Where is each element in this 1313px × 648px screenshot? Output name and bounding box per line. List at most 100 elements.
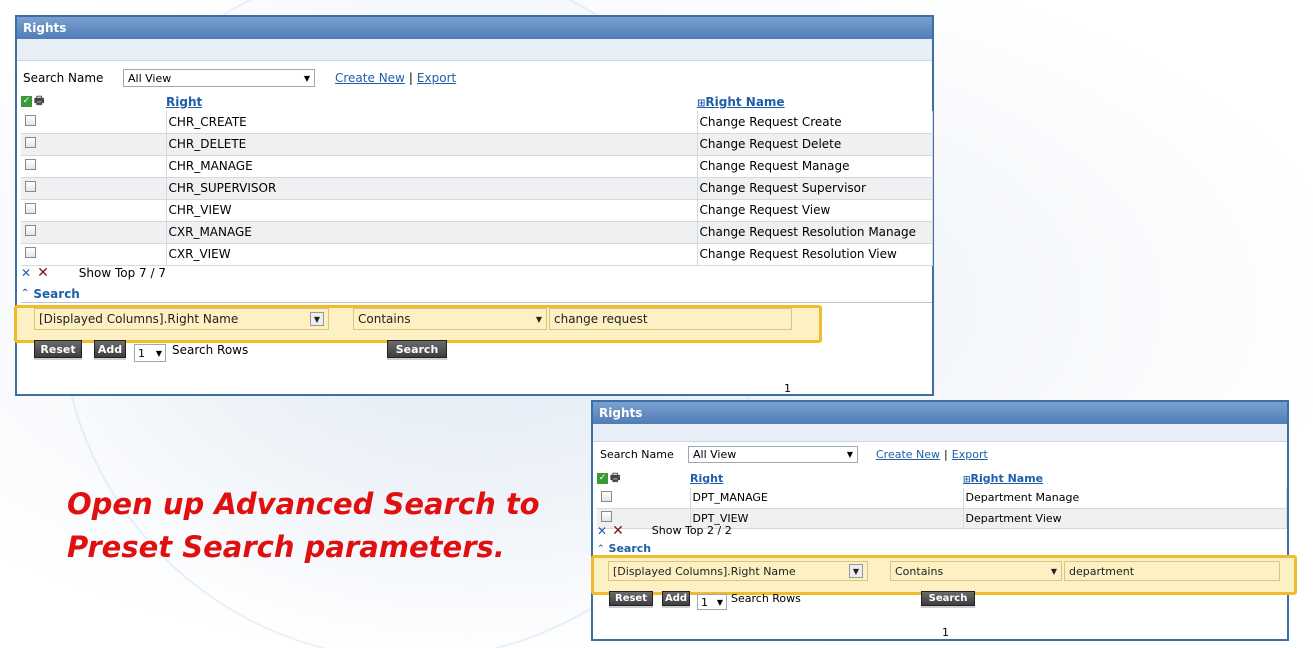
- panel-header: Rights: [593, 402, 1287, 424]
- column-header-right[interactable]: Right: [690, 469, 963, 488]
- column-header-right[interactable]: Right: [166, 92, 697, 111]
- row-checkbox[interactable]: [25, 114, 36, 126]
- link-separator: |: [944, 448, 948, 461]
- export-link[interactable]: Export: [952, 448, 988, 461]
- table-row[interactable]: CHR_DELETE Change Request Delete: [21, 133, 933, 156]
- check-all-icon[interactable]: ✓: [597, 473, 608, 484]
- cell-right-name: Department Manage: [963, 488, 1287, 509]
- chevron-down-icon: ▼: [303, 73, 310, 83]
- show-top-label: Show Top 7 / 7: [78, 266, 166, 280]
- filter-column-select[interactable]: [Displayed Columns].Right Name ▼: [34, 308, 329, 330]
- view-select[interactable]: All View ▼: [688, 446, 858, 463]
- search-name-row: Search Name All View ▼ Create New | Expo…: [600, 446, 988, 463]
- delete-icon[interactable]: ✕: [612, 523, 624, 539]
- cell-right-name: Change Request Resolution Manage: [697, 221, 933, 244]
- export-link[interactable]: Export: [417, 71, 456, 85]
- cell-right: CHR_VIEW: [166, 199, 698, 222]
- search-rows-value: 1: [138, 346, 145, 360]
- cell-right-name: Change Request Resolution View: [697, 243, 933, 266]
- check-all-icon[interactable]: ✓: [21, 96, 32, 107]
- filter-value-input[interactable]: change request: [549, 308, 792, 330]
- table-row[interactable]: CHR_VIEW Change Request View: [21, 199, 933, 222]
- select-column-header: ✓ 🖶: [597, 469, 690, 488]
- cell-right: CHR_MANAGE: [166, 155, 698, 178]
- table-row[interactable]: DPT_MANAGE Department Manage: [597, 488, 1287, 509]
- search-toggle-label: Search: [608, 542, 652, 555]
- pager[interactable]: 1: [942, 626, 949, 639]
- filter-value-text: change request: [554, 312, 648, 326]
- table-header: ✓ 🖶 Right ⊞Right Name: [597, 469, 1287, 488]
- table-row[interactable]: CHR_SUPERVISOR Change Request Supervisor: [21, 177, 933, 200]
- filter-operator-value: Contains: [358, 312, 411, 326]
- cell-right: CXR_VIEW: [166, 243, 698, 266]
- clear-selection-icon[interactable]: ✕: [597, 524, 607, 538]
- search-name-row: Search Name All View ▼ Create New | Expo…: [23, 69, 456, 87]
- instruction-caption: Open up Advanced Search to Preset Search…: [67, 483, 540, 569]
- chevron-down-icon: ▼: [846, 450, 853, 459]
- delete-icon[interactable]: ✕: [37, 265, 49, 281]
- row-checkbox[interactable]: [25, 247, 36, 258]
- row-checkbox[interactable]: [601, 490, 612, 502]
- search-toggle[interactable]: ⌃ Search: [21, 285, 932, 303]
- column-header-right-name[interactable]: ⊞Right Name: [697, 92, 933, 111]
- expand-icon[interactable]: ⊞: [963, 475, 971, 485]
- panel-header: Rights: [17, 17, 932, 39]
- cell-right: CHR_DELETE: [166, 133, 698, 156]
- cell-right: CHR_CREATE: [166, 111, 698, 134]
- filter-column-select[interactable]: [Displayed Columns].Right Name ▼: [608, 561, 868, 581]
- search-button[interactable]: Search: [921, 591, 975, 606]
- cell-right: CXR_MANAGE: [166, 221, 698, 244]
- cell-right-name: Change Request Delete: [697, 133, 933, 156]
- row-checkbox[interactable]: [25, 181, 36, 192]
- printer-icon[interactable]: 🖶: [610, 469, 620, 488]
- add-row-button[interactable]: Add: [662, 591, 690, 606]
- create-new-link[interactable]: Create New: [876, 448, 940, 461]
- pager[interactable]: 1: [784, 382, 791, 395]
- view-select-value: All View: [693, 448, 737, 461]
- chevron-down-icon: ▼: [716, 597, 723, 607]
- table-row[interactable]: CHR_MANAGE Change Request Manage: [21, 155, 933, 178]
- filter-column-value: [Displayed Columns].Right Name: [39, 312, 239, 326]
- column-header-right-name[interactable]: ⊞Right Name: [963, 469, 1287, 488]
- cell-right-name: Department View: [963, 508, 1287, 529]
- table-row[interactable]: CHR_CREATE Change Request Create: [21, 111, 933, 134]
- column-header-right-name-label: Right Name: [970, 472, 1044, 485]
- cell-right-name: Change Request View: [697, 199, 933, 222]
- view-select[interactable]: All View ▼: [123, 69, 315, 87]
- printer-icon[interactable]: 🖶: [34, 92, 44, 111]
- cell-right-name: Change Request Manage: [697, 155, 933, 178]
- row-checkbox[interactable]: [601, 511, 612, 522]
- add-row-button[interactable]: Add: [94, 340, 126, 358]
- table-row[interactable]: CXR_VIEW Change Request Resolution View: [21, 243, 933, 266]
- rights-table: ✓ 🖶 Right ⊞Right Name CHR_CREATE Change …: [21, 92, 933, 266]
- cell-right-name: Change Request Create: [697, 111, 933, 134]
- row-checkbox[interactable]: [25, 137, 36, 148]
- row-checkbox[interactable]: [25, 159, 36, 170]
- reset-button[interactable]: Reset: [609, 591, 653, 606]
- show-top-label: Show Top 2 / 2: [651, 524, 732, 537]
- cell-right: CHR_SUPERVISOR: [166, 177, 698, 200]
- filter-operator-select[interactable]: Contains ▼: [890, 561, 1062, 581]
- view-select-value: All View: [128, 71, 172, 85]
- filter-operator-select[interactable]: Contains ▼: [353, 308, 547, 330]
- create-new-link[interactable]: Create New: [335, 71, 405, 85]
- clear-selection-icon[interactable]: ✕: [21, 266, 31, 280]
- reset-button[interactable]: Reset: [34, 340, 82, 358]
- chevron-down-icon: ▼: [1050, 566, 1057, 576]
- link-separator: |: [408, 71, 413, 85]
- search-button[interactable]: Search: [387, 340, 447, 358]
- column-header-right-name-label: Right Name: [705, 94, 785, 109]
- search-name-label: Search Name: [23, 71, 104, 85]
- search-toggle-label: Search: [33, 286, 80, 301]
- search-rows-select[interactable]: 1 ▼: [134, 344, 166, 362]
- table-row[interactable]: CXR_MANAGE Change Request Resolution Man…: [21, 221, 933, 244]
- chevron-down-icon: ▼: [310, 312, 324, 326]
- search-rows-value: 1: [701, 595, 708, 609]
- filter-value-input[interactable]: department: [1064, 561, 1280, 581]
- chevron-up-icon: ⌃: [21, 288, 30, 299]
- table-footer: ✕ ✕ Show Top 7 / 7: [21, 265, 166, 281]
- select-column-header: ✓ 🖶: [21, 92, 166, 111]
- row-checkbox[interactable]: [25, 203, 36, 214]
- row-checkbox[interactable]: [25, 225, 36, 236]
- search-rows-select[interactable]: 1 ▼: [697, 594, 727, 610]
